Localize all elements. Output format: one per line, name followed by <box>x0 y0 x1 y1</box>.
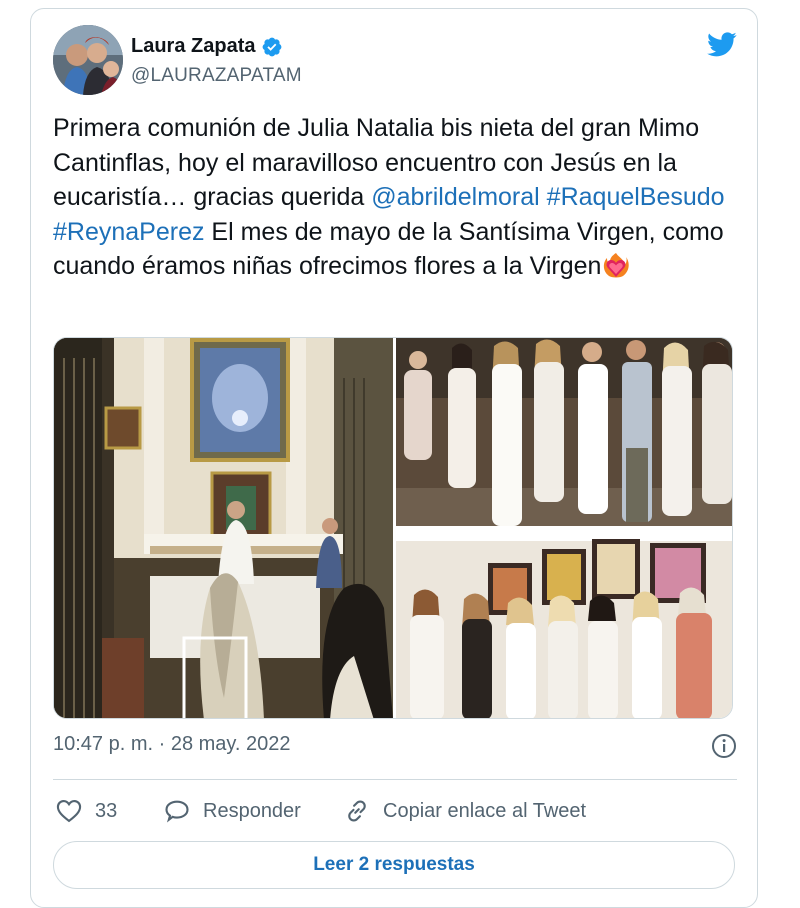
group-photo-outdoor[interactable] <box>396 338 732 526</box>
twitter-bird-icon[interactable] <box>705 29 739 59</box>
copy-link-button[interactable]: Copiar enlace al Tweet <box>343 791 586 831</box>
heart-on-fire-icon <box>601 250 631 280</box>
hashtag-link[interactable]: #ReynaPerez <box>53 218 204 246</box>
author-name-row[interactable]: Laura Zapata <box>131 35 283 58</box>
tweet-header: Laura Zapata @LAURAZAPATAM <box>53 25 737 97</box>
read-replies-button[interactable]: Leer 2 respuestas <box>53 841 735 889</box>
media-grid[interactable] <box>53 337 733 719</box>
divider <box>53 779 737 780</box>
mention-link[interactable]: @abrildelmoral <box>371 183 540 211</box>
author-name[interactable]: Laura Zapata <box>131 35 255 58</box>
tweet-timestamp[interactable]: 10:47 p. m. · 28 may. 2022 <box>53 733 291 755</box>
verified-badge-icon <box>261 36 283 58</box>
copy-link-label: Copiar enlace al Tweet <box>383 799 587 822</box>
info-icon[interactable] <box>711 733 737 759</box>
tweet-text: Primera comunión de Julia Natalia bis ni… <box>53 111 743 284</box>
avatar[interactable] <box>53 25 123 95</box>
tweet-card: Laura Zapata @LAURAZAPATAM Primera comun… <box>30 8 758 908</box>
tweet-actions: 33 Responder Copiar enlace al Tweet <box>53 791 737 831</box>
church-altar-photo[interactable] <box>54 338 393 718</box>
reply-button[interactable]: Responder <box>163 791 301 831</box>
tweet-text-segment <box>540 183 547 211</box>
tweet-meta: 10:47 p. m. · 28 may. 2022 <box>53 733 737 759</box>
author-handle[interactable]: @LAURAZAPATAM <box>131 65 302 87</box>
group-photo-gallery[interactable] <box>396 529 732 718</box>
reply-label: Responder <box>203 799 301 822</box>
hashtag-link[interactable]: #RaquelBesudo <box>547 183 725 211</box>
link-icon <box>348 800 366 822</box>
like-count: 33 <box>95 799 118 822</box>
like-button[interactable]: 33 <box>55 791 117 831</box>
heart-icon <box>56 800 82 823</box>
speech-bubble-icon <box>165 800 189 823</box>
